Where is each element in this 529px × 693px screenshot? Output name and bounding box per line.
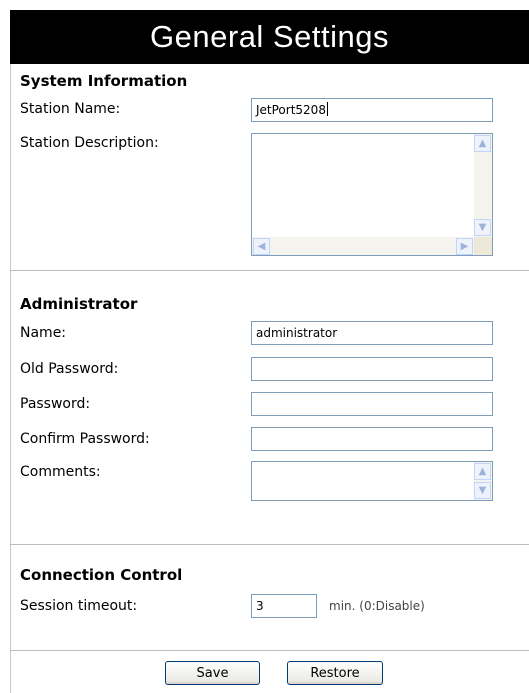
admin-name-label: Name: <box>20 325 67 341</box>
confirm-password-input[interactable] <box>251 427 493 451</box>
scrollbar-corner <box>474 237 492 255</box>
section-divider <box>10 544 529 545</box>
scroll-right-icon[interactable]: ▶ <box>456 238 473 255</box>
session-timeout-input[interactable]: 3 <box>251 594 317 618</box>
station-name-label: Station Name: <box>20 101 121 117</box>
station-description-horizontal-scrollbar[interactable]: ◀ ▶ <box>252 237 474 255</box>
scroll-left-icon[interactable]: ◀ <box>253 238 270 255</box>
administrator-heading: Administrator <box>20 295 138 313</box>
password-input[interactable] <box>251 392 493 416</box>
station-description-vertical-scrollbar[interactable]: ▲ ▼ <box>474 134 492 237</box>
old-password-label: Old Password: <box>20 361 119 377</box>
old-password-input[interactable] <box>251 357 493 381</box>
text-caret <box>326 102 328 116</box>
station-name-input[interactable]: JetPort5208 <box>251 98 493 122</box>
scroll-down-icon[interactable]: ▼ <box>474 219 491 236</box>
confirm-password-label: Confirm Password: <box>20 431 150 447</box>
session-timeout-hint: min. (0:Disable) <box>329 599 425 613</box>
station-description-textarea[interactable]: ▲ ▼ ◀ ▶ <box>251 133 493 256</box>
comments-label: Comments: <box>20 464 101 480</box>
scroll-up-icon[interactable]: ▲ <box>474 463 491 480</box>
section-divider <box>10 270 529 271</box>
connection-control-heading: Connection Control <box>20 566 183 584</box>
session-timeout-label: Session timeout: <box>20 598 138 614</box>
session-timeout-value: 3 <box>256 599 264 613</box>
scroll-up-icon[interactable]: ▲ <box>474 135 491 152</box>
station-description-label: Station Description: <box>20 135 159 151</box>
password-label: Password: <box>20 396 91 412</box>
restore-button[interactable]: Restore <box>287 661 383 685</box>
station-name-value: JetPort5208 <box>256 103 326 117</box>
admin-name-input[interactable]: administrator <box>251 321 493 345</box>
comments-textarea[interactable]: ▲ ▼ <box>251 461 493 501</box>
frame-left-border <box>10 64 11 693</box>
comments-vertical-scrollbar[interactable]: ▲ ▼ <box>474 462 492 500</box>
admin-name-value: administrator <box>256 326 338 340</box>
system-information-heading: System Information <box>20 72 188 90</box>
scroll-down-icon[interactable]: ▼ <box>474 482 491 499</box>
section-divider <box>10 650 529 651</box>
page-title: General Settings <box>10 10 529 64</box>
save-button[interactable]: Save <box>165 661 260 685</box>
